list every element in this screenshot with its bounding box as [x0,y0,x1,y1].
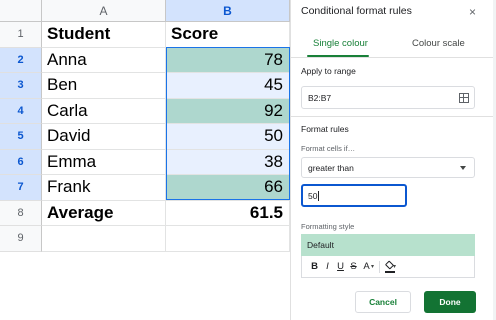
spreadsheet-grid: A B 1 Student Score 2 Anna 78 3 Ben 45 4 Carla 92 5 D… [0,0,290,320]
cell-b[interactable]: Score [166,22,290,48]
column-header-a[interactable]: A [42,0,166,22]
cell-a[interactable]: Emma [42,149,166,175]
style-preview-text: Default [307,240,334,250]
cell-b[interactable] [166,226,290,252]
done-button[interactable]: Done [424,291,476,313]
range-value: B2:B7 [308,92,332,103]
grid-select-icon[interactable] [459,93,469,103]
table-row: 9 [0,226,290,252]
fill-color-icon[interactable] [384,259,396,273]
row-header[interactable]: 3 [0,73,42,99]
cell-b[interactable]: 92 [166,98,290,124]
row-header[interactable]: 7 [0,175,42,201]
cell-b[interactable]: 66 [166,175,290,201]
row-header[interactable]: 5 [0,124,42,150]
table-row: 3 Ben 45 [0,73,290,99]
chevron-down-icon [460,166,466,170]
table-row: 6 Emma 38 [0,149,290,175]
cell-b[interactable]: 50 [166,124,290,150]
table-row: 7 Frank 66 [0,175,290,201]
select-all-corner[interactable] [0,0,42,22]
row-header[interactable]: 1 [0,22,42,48]
row-header[interactable]: 4 [0,98,42,124]
bold-button[interactable]: B [308,261,321,272]
tab-single-colour[interactable]: Single colour [313,38,368,49]
panel-title: Conditional format rules [301,5,412,17]
condition-value: greater than [308,162,354,173]
row-header[interactable]: 6 [0,149,42,175]
apply-to-range-label: Apply to range [301,66,356,76]
cell-a[interactable]: Student [42,22,166,48]
cell-a[interactable] [42,226,166,252]
toolbar-separator [379,260,381,273]
table-row: 1 Student Score [0,22,290,48]
cell-b[interactable]: 38 [166,149,290,175]
condition-select[interactable]: greater than [301,157,475,178]
conditional-format-panel: Conditional format rules × Single colour… [290,0,496,320]
table-row: 5 David 50 [0,124,290,150]
table-row: 8 Average 61.5 [0,200,290,226]
value-input[interactable]: 50 [301,184,407,207]
cell-a[interactable]: Carla [42,98,166,124]
cell-a[interactable]: Ben [42,73,166,99]
cell-a[interactable]: Anna [42,47,166,73]
tab-colour-scale[interactable]: Colour scale [412,38,465,49]
column-header-b[interactable]: B [166,0,290,22]
row-header[interactable]: 8 [0,200,42,226]
close-icon[interactable]: × [469,5,476,19]
cell-a[interactable]: David [42,124,166,150]
table-row: 2 Anna 78 [0,47,290,73]
row-header[interactable]: 2 [0,47,42,73]
format-cells-if-label: Format cells if… [301,144,356,153]
table-row: 4 Carla 92 [0,98,290,124]
chevron-down-icon: ▾ [371,264,375,270]
cell-b[interactable]: 78 [166,47,290,73]
text-cursor [318,190,320,201]
cell-b[interactable]: 61.5 [166,200,290,226]
format-rules-label: Format rules [301,124,349,134]
cell-b[interactable]: 45 [166,73,290,99]
tab-divider [291,57,496,58]
section-divider [291,116,496,117]
underline-button[interactable]: U [334,261,347,272]
formatting-toolbar: B I U S A ▾ ▾ [301,256,475,278]
row-header[interactable]: 9 [0,226,42,252]
strikethrough-button[interactable]: S [347,261,360,272]
cell-a[interactable]: Average [42,200,166,226]
range-input[interactable]: B2:B7 [301,86,475,109]
style-preview[interactable]: Default [301,234,475,256]
value-text: 50 [308,190,318,201]
cancel-button[interactable]: Cancel [355,291,411,313]
formatting-style-label: Formatting style [301,222,355,231]
cell-a[interactable]: Frank [42,175,166,201]
italic-button[interactable]: I [321,261,334,272]
